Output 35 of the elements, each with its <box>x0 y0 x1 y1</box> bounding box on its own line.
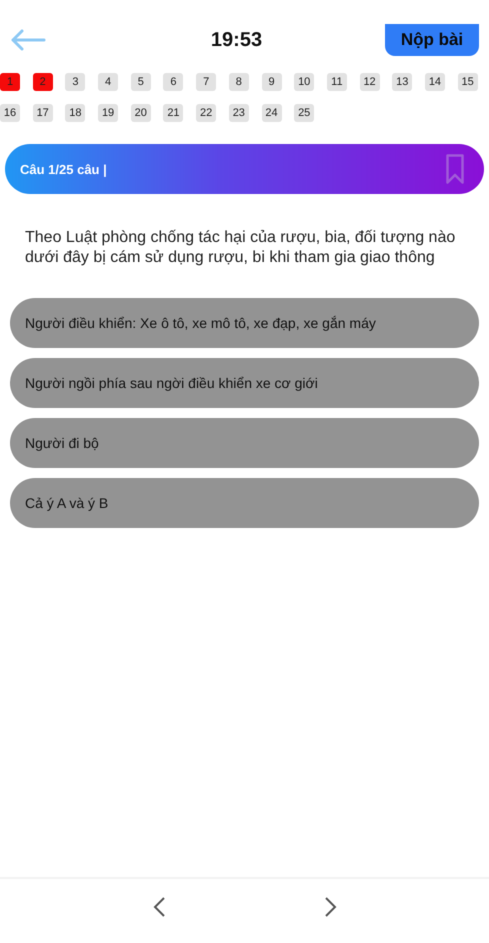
submit-button[interactable]: Nộp bài <box>385 24 479 56</box>
question-text: Theo Luật phòng chống tác hại của rượu, bia, đối tượng nào dưới đây bị cám sử dụng rượu, bi khi tham gia giao thông <box>25 228 456 268</box>
question-number-button[interactable]: 6 <box>163 73 184 91</box>
question-number-button[interactable]: 24 <box>262 104 282 122</box>
question-number-button[interactable]: 15 <box>458 73 478 91</box>
question-number-button[interactable]: 3 <box>65 73 86 91</box>
question-number-button[interactable]: 20 <box>130 104 151 122</box>
question-number-button[interactable]: 17 <box>32 104 53 122</box>
question-number-button[interactable]: 19 <box>98 104 118 122</box>
question-number-button[interactable]: 1 <box>0 73 20 91</box>
question-number-button[interactable]: 4 <box>98 73 118 91</box>
question-number-button[interactable]: 22 <box>196 104 216 122</box>
previous-chevron-icon[interactable] <box>152 896 166 918</box>
question-number-button[interactable]: 14 <box>424 73 445 91</box>
answer-option[interactable]: Người ngồi phía sau ngời điều khiển xe cơ giới <box>10 358 479 408</box>
question-number-button[interactable]: 12 <box>360 73 380 91</box>
question-number-button[interactable]: 8 <box>228 73 249 91</box>
question-number-button[interactable]: 9 <box>262 73 282 91</box>
next-chevron-icon[interactable] <box>324 896 338 918</box>
question-number-button[interactable]: 10 <box>294 73 314 91</box>
question-counter: Câu 1/25 câu | <box>20 162 107 176</box>
question-number-button[interactable]: 5 <box>130 73 151 91</box>
answer-option[interactable]: Người điều khiển: Xe ô tô, xe mô tô, xe đạp, xe gắn máy <box>10 298 479 348</box>
question-number-button[interactable]: 16 <box>0 104 20 122</box>
question-number-button[interactable]: 2 <box>32 73 53 91</box>
question-number-button[interactable]: 11 <box>326 73 347 91</box>
question-number-button[interactable]: 25 <box>294 104 314 122</box>
answer-option[interactable]: Cả ý A và ý B <box>10 478 479 528</box>
timer: 19:53 <box>210 28 262 52</box>
question-number-button[interactable]: 21 <box>163 104 184 122</box>
question-number-button[interactable]: 7 <box>196 73 216 91</box>
answer-option[interactable]: Người đi bộ <box>10 418 479 468</box>
question-number-button[interactable]: 23 <box>228 104 249 122</box>
question-number-button[interactable]: 18 <box>65 104 86 122</box>
question-number-button[interactable]: 13 <box>392 73 412 91</box>
